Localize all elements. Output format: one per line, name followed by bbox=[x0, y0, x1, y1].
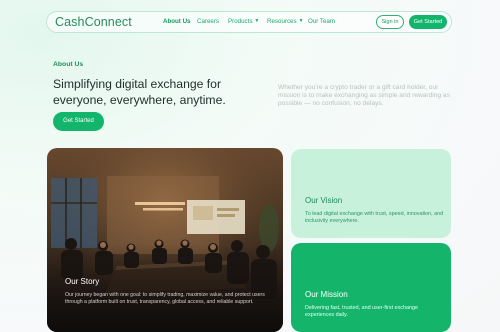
mission-statement: Whether you're a crypto trader or a gift… bbox=[278, 84, 450, 108]
page-headline: Simplifying digital exchange for everyon… bbox=[53, 77, 226, 107]
mission-title: Our Mission bbox=[305, 290, 348, 299]
vision-text: To lead digital exchange with trust, spe… bbox=[305, 211, 444, 225]
story-title: Our Story bbox=[65, 277, 100, 286]
our-story-card: Our Story Our journey began with one goa… bbox=[47, 148, 283, 332]
our-mission-card: Our Mission Delivering fast, trusted, an… bbox=[291, 243, 451, 332]
hero-get-started-button[interactable]: Get Started bbox=[53, 112, 104, 131]
nav-link-resources[interactable]: Resources ▼ bbox=[267, 18, 304, 25]
nav-link-careers[interactable]: Careers bbox=[197, 18, 219, 25]
vision-title: Our Vision bbox=[305, 196, 343, 205]
mission-text: Delivering fast, trusted, and user-first… bbox=[305, 305, 418, 319]
nav-get-started-button[interactable]: Get Started bbox=[409, 15, 447, 29]
story-text: Our journey began with one goal: to simp… bbox=[65, 292, 265, 305]
sign-in-button[interactable]: Sign in bbox=[376, 15, 404, 29]
chevron-down-icon: ▼ bbox=[298, 18, 304, 24]
nav-link-resources-label: Resources bbox=[267, 18, 297, 25]
nav-link-products[interactable]: Products ▼ bbox=[228, 18, 259, 25]
nav-link-our-team[interactable]: Our Team bbox=[308, 18, 335, 25]
nav-link-products-label: Products bbox=[228, 18, 253, 25]
nav-link-about-us[interactable]: About Us bbox=[163, 18, 191, 25]
chevron-down-icon: ▼ bbox=[254, 18, 260, 24]
section-eyebrow: About Us bbox=[53, 61, 84, 68]
brand-logo[interactable]: CashConnect bbox=[55, 15, 132, 29]
our-vision-card: Our Vision To lead digital exchange with… bbox=[291, 149, 451, 238]
